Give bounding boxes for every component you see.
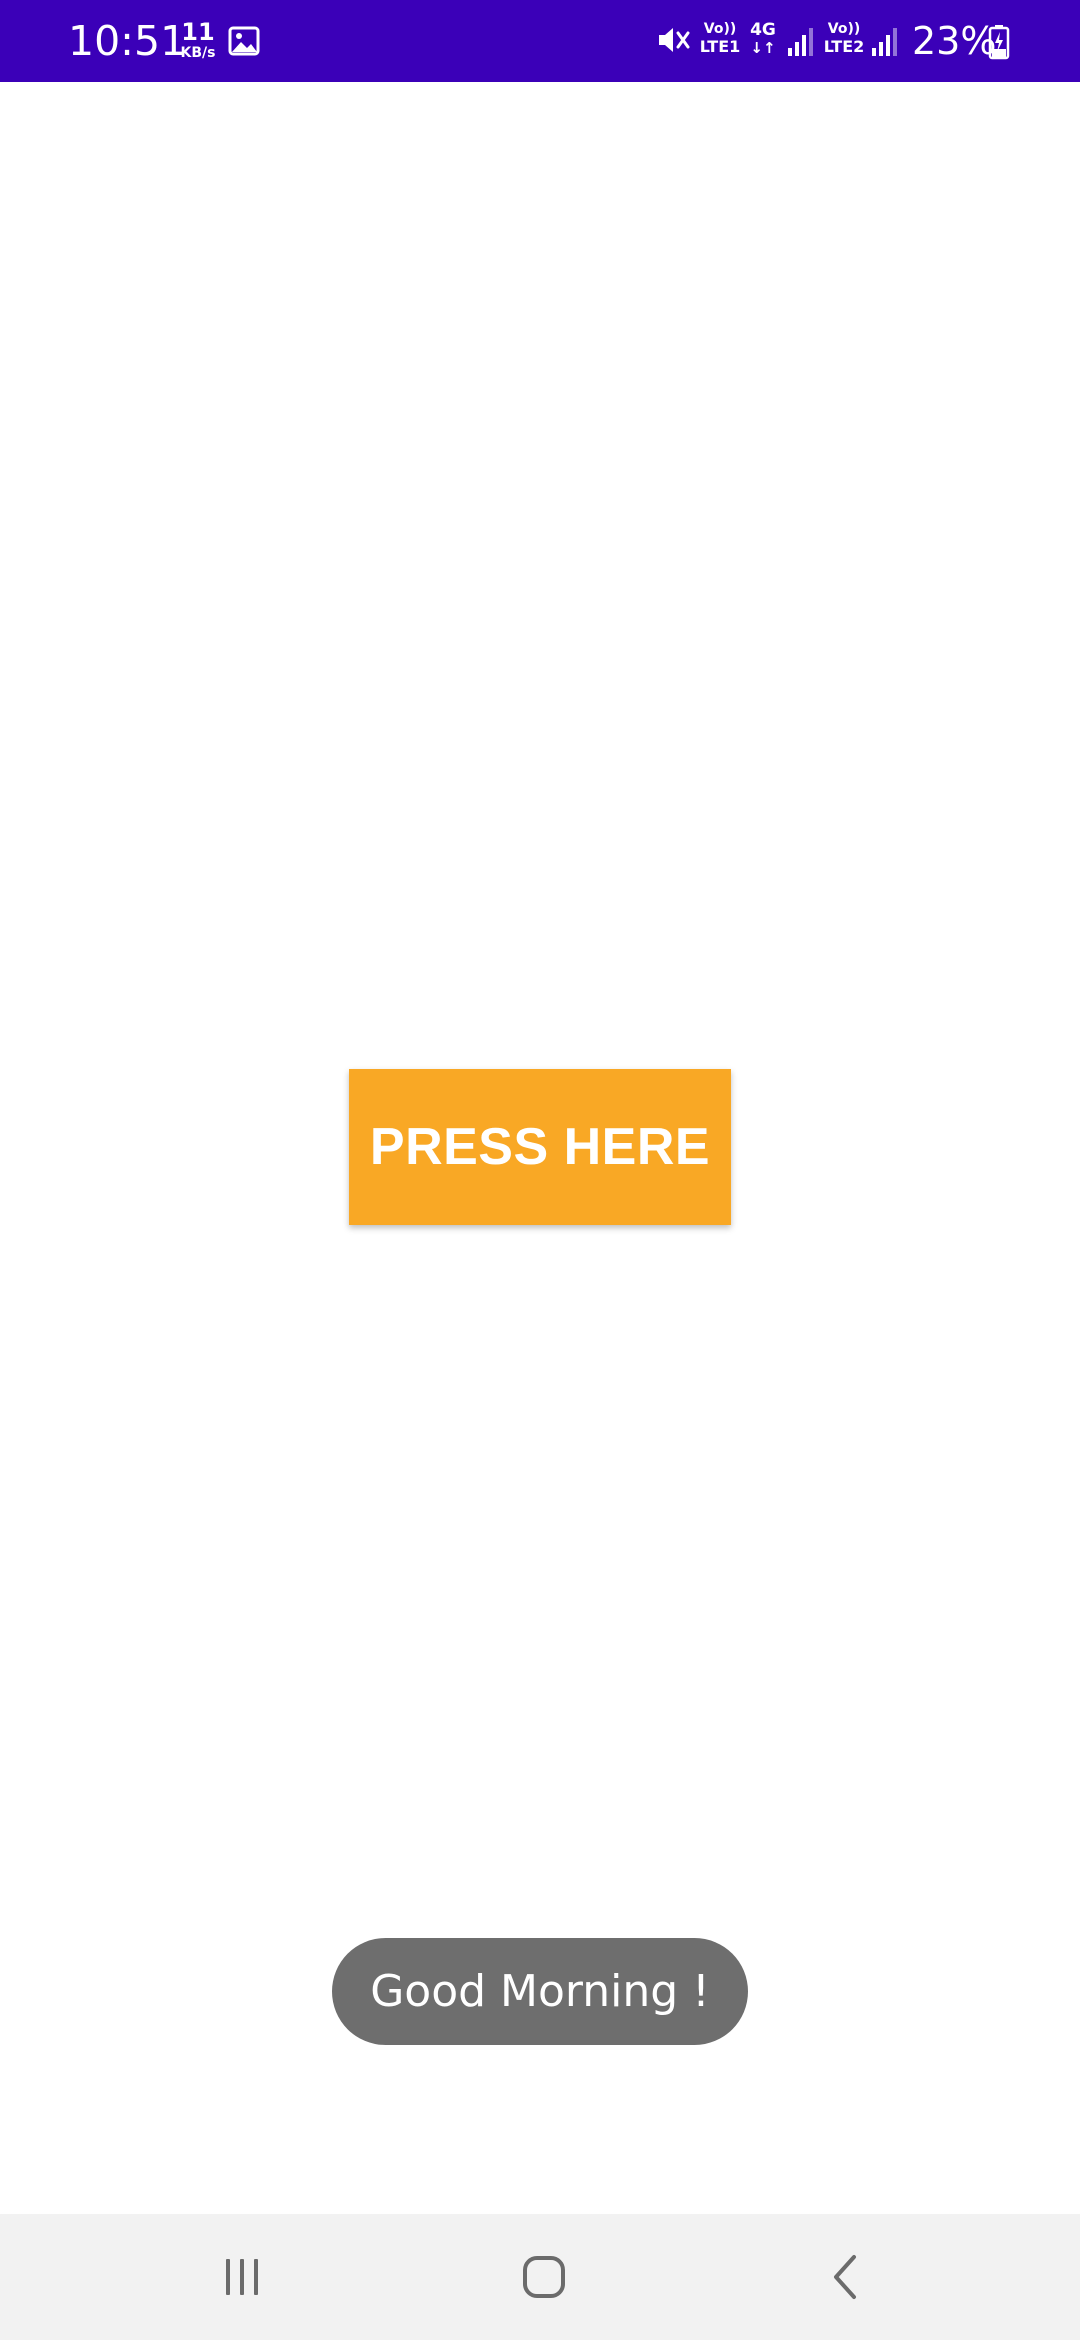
signal-icon: [788, 28, 813, 56]
toast-message: Good Morning !: [332, 1938, 748, 2045]
sim2-lte-label: LTE2: [823, 37, 865, 56]
back-icon: [834, 2255, 856, 2299]
sim1-lte-label: LTE1: [699, 37, 741, 56]
network-speed: 11 KB/s: [176, 20, 220, 60]
network-type-label: 4G: [750, 20, 776, 40]
network-speed-value: 11: [181, 18, 215, 46]
navigation-bar: [0, 2214, 1080, 2340]
sim2-indicator: Vo)) LTE2: [820, 22, 868, 55]
status-time: 10:51: [68, 17, 187, 65]
home-button[interactable]: [454, 2214, 634, 2340]
status-bar: 10:51 11 KB/s Vo)) LTE1 4G ↓↑ Vo)) LTE2 …: [0, 0, 1080, 82]
gallery-notification-icon: [228, 26, 260, 56]
sim1-indicator: Vo)) LTE1: [698, 22, 742, 55]
sim1-volte-label: Vo)): [703, 21, 737, 37]
data-activity-icon: ↓↑: [750, 39, 776, 57]
sim2-volte-label: Vo)): [827, 21, 861, 37]
battery-percent: 23%: [912, 19, 997, 63]
back-button[interactable]: [756, 2214, 936, 2340]
press-here-button[interactable]: PRESS HERE: [349, 1069, 731, 1225]
recents-icon: [226, 2259, 258, 2295]
network-speed-unit: KB/s: [180, 45, 216, 61]
mute-icon: [659, 28, 690, 52]
recents-button[interactable]: [152, 2214, 332, 2340]
battery-charging-icon: [988, 25, 1010, 60]
network-type-indicator: 4G ↓↑: [748, 22, 778, 56]
home-icon: [523, 2256, 565, 2298]
signal-icon: [872, 28, 897, 56]
